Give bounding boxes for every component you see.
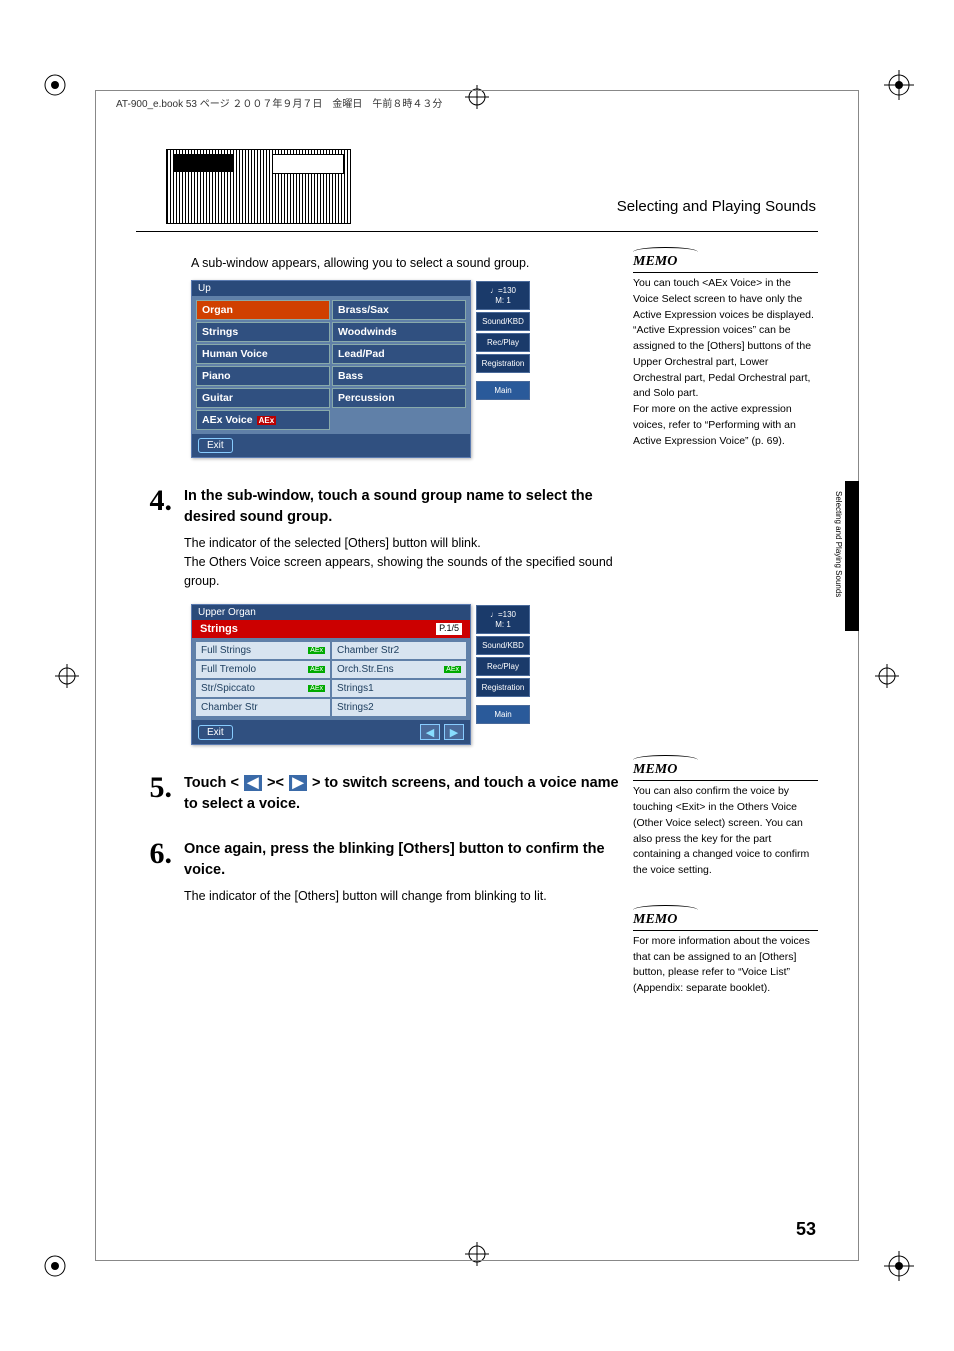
right-arrow-icon: ▶ <box>289 775 307 791</box>
crop-mark-icon <box>884 70 914 100</box>
sound-group-cell[interactable]: Strings <box>196 322 330 342</box>
exit-button[interactable]: Exit <box>198 438 233 453</box>
registration-button[interactable]: Registration <box>476 354 530 373</box>
step-number: 6. <box>136 839 172 906</box>
tempo-indicator: ♩=130M: 1 <box>476 281 530 310</box>
step-number: 5. <box>136 773 172 821</box>
voice-cell[interactable]: Full TremoloAEx <box>196 661 330 678</box>
voice-cell[interactable]: Strings2 <box>332 699 466 716</box>
tempo-indicator: ♩=130M: 1 <box>476 605 530 634</box>
exit-button[interactable]: Exit <box>198 725 233 740</box>
step-6: 6. Once again, press the blinking [Other… <box>136 839 626 906</box>
sound-kbd-button[interactable]: Sound/KBD <box>476 636 530 655</box>
main-button[interactable]: Main <box>476 705 530 724</box>
step-4: 4. In the sub-window, touch a sound grou… <box>136 486 626 590</box>
left-arrow-icon: ◀ <box>244 775 262 791</box>
step-heading: Touch < ◀ >< ▶ > to switch screens, and … <box>184 773 626 815</box>
aex-badge-icon: AEx <box>308 647 325 654</box>
crop-mark-icon <box>40 1251 70 1281</box>
aex-badge-icon: AEx <box>308 666 325 673</box>
voice-screen-screenshot: Upper Organ Strings P.1/5 Full StringsAE… <box>191 604 471 745</box>
intro-text: A sub-window appears, allowing you to se… <box>191 256 626 270</box>
sound-group-cell[interactable]: Piano <box>196 366 330 386</box>
memo-label: MEMO <box>633 251 818 273</box>
page-number: 53 <box>796 1219 816 1240</box>
voice-cell[interactable]: Chamber Str <box>196 699 330 716</box>
subwindow-screenshot: Up OrganBrass/SaxStringsWoodwindsHuman V… <box>191 280 471 458</box>
sound-kbd-button[interactable]: Sound/KBD <box>476 312 530 331</box>
crop-mark-icon <box>884 1251 914 1281</box>
step-text: The indicator of the [Others] button wil… <box>184 887 626 906</box>
registration-button[interactable]: Registration <box>476 678 530 697</box>
window-title: Upper Organ <box>192 605 470 620</box>
sound-group-cell[interactable]: Bass <box>332 366 466 386</box>
memo-3: MEMO For more information about the voic… <box>633 909 818 997</box>
page-frame: AT-900_e.book 53 ページ ２００７年９月７日 金曜日 午前８時４… <box>95 90 859 1261</box>
step-5: 5. Touch < ◀ >< ▶ > to switch screens, a… <box>136 773 626 821</box>
voice-cell[interactable]: Orch.Str.EnsAEx <box>332 661 466 678</box>
aex-badge-icon: AEx <box>308 685 325 692</box>
step-text: The indicator of the selected [Others] b… <box>184 534 626 553</box>
sound-group-cell[interactable]: Woodwinds <box>332 322 466 342</box>
section-title: Selecting and Playing Sounds <box>617 198 816 215</box>
page-indicator: P.1/5 <box>436 623 462 635</box>
prev-page-button[interactable]: ◀ <box>420 724 440 740</box>
sound-group-cell[interactable]: Organ <box>196 300 330 320</box>
crop-mark-icon <box>40 70 70 100</box>
thumb-tab <box>845 481 859 631</box>
window-title: Up <box>192 281 470 296</box>
sound-group-cell[interactable]: Guitar <box>196 388 330 408</box>
aex-badge-icon: AEx <box>257 416 277 425</box>
voice-cell[interactable]: Chamber Str2 <box>332 642 466 659</box>
memo-text: You can also confirm the voice by touchi… <box>633 784 818 879</box>
group-name: Strings <box>200 623 238 635</box>
sound-group-cell[interactable]: AEx VoiceAEx <box>196 410 330 430</box>
step-heading: In the sub-window, touch a sound group n… <box>184 486 626 528</box>
header-rule <box>136 231 818 232</box>
step-number: 4. <box>136 486 172 590</box>
main-button[interactable]: Main <box>476 381 530 400</box>
voice-cell[interactable]: Strings1 <box>332 680 466 697</box>
register-mark-icon <box>875 664 899 688</box>
sound-group-cell[interactable]: Human Voice <box>196 344 330 364</box>
sound-group-cell[interactable]: Brass/Sax <box>332 300 466 320</box>
memo-label: MEMO <box>633 759 818 781</box>
thumb-tab-label: Selecting and Playing Sounds <box>834 491 843 597</box>
voice-cell[interactable]: Full StringsAEx <box>196 642 330 659</box>
voice-cell[interactable]: Str/SpiccatoAEx <box>196 680 330 697</box>
sound-group-cell[interactable]: Lead/Pad <box>332 344 466 364</box>
register-mark-icon <box>55 664 79 688</box>
step-heading: Once again, press the blinking [Others] … <box>184 839 626 881</box>
memo-2: MEMO You can also confirm the voice by t… <box>633 759 818 879</box>
sound-group-cell[interactable]: Percussion <box>332 388 466 408</box>
memo-label: MEMO <box>633 909 818 931</box>
aex-badge-icon: AEx <box>444 666 461 673</box>
memo-text: You can touch <AEx Voice> in the Voice S… <box>633 276 818 449</box>
rec-play-button[interactable]: Rec/Play <box>476 333 530 352</box>
keyboard-diagram <box>166 149 351 224</box>
step-text: The Others Voice screen appears, showing… <box>184 553 626 591</box>
memo-1: MEMO You can touch <AEx Voice> in the Vo… <box>633 251 818 449</box>
memo-text: For more information about the voices th… <box>633 934 818 997</box>
next-page-button[interactable]: ▶ <box>444 724 464 740</box>
rec-play-button[interactable]: Rec/Play <box>476 657 530 676</box>
doc-meta: AT-900_e.book 53 ページ ２００７年９月７日 金曜日 午前８時４… <box>116 95 442 110</box>
